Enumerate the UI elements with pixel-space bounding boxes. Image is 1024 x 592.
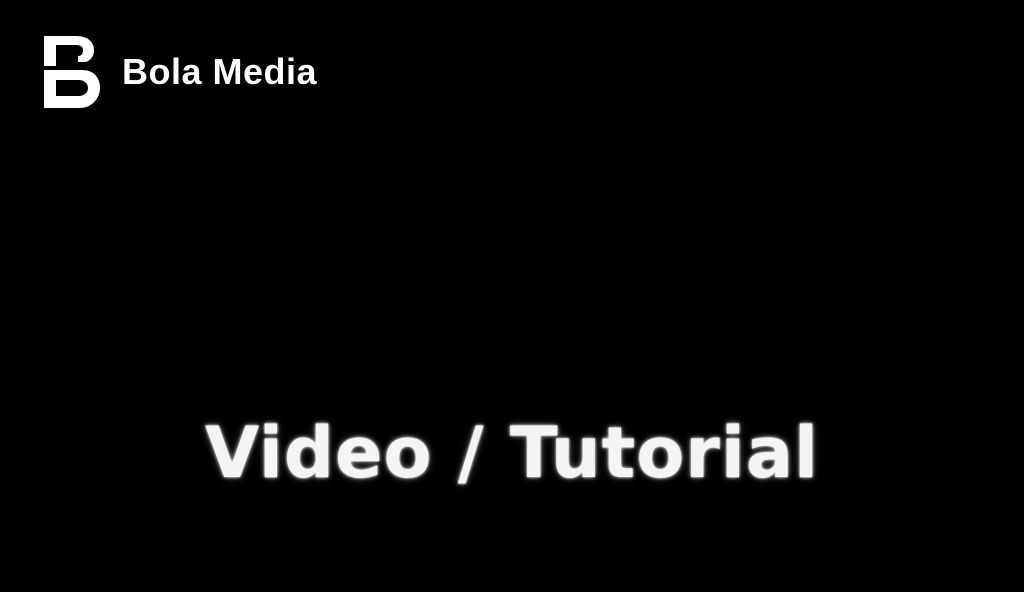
video-frame: Bola Media Video / Tutorial [0, 0, 1024, 592]
video-title: Video / Tutorial [204, 412, 820, 494]
bola-media-logo-icon [44, 36, 100, 108]
brand-name: Bola Media [122, 51, 318, 92]
brand-header: Bola Media [44, 36, 317, 108]
